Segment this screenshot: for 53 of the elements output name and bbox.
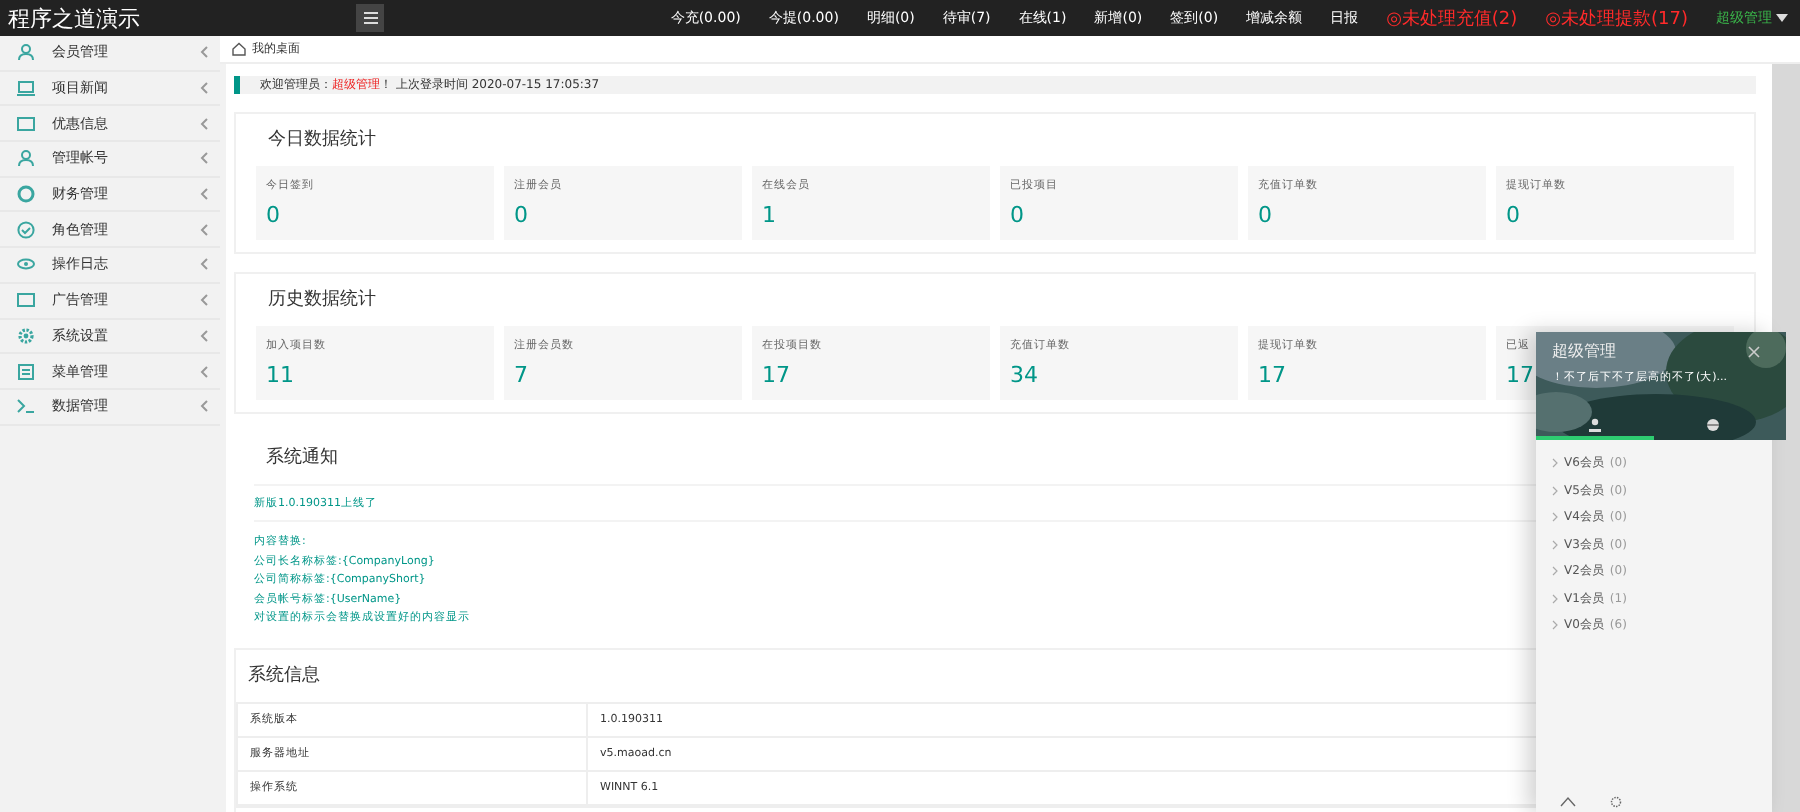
panel-title: 超级管理 [1552,340,1616,362]
chevron-icon [1552,485,1558,495]
scrollbar[interactable] [1772,64,1800,812]
user-icon [16,148,36,169]
stat-value: 0 [1010,202,1024,228]
chevron-icon [200,152,208,165]
check-icon [16,219,36,240]
alert-link[interactable]: ◎未处理充值(2) [1386,5,1518,31]
stat-value: 11 [266,362,294,388]
stat-value: 7 [514,362,528,388]
user-icon [16,42,36,63]
chevron-icon [200,365,208,378]
globe-icon [1706,417,1720,431]
stat-value: 17 [1258,362,1286,388]
chevron-icon [200,46,208,59]
eye-icon [16,254,36,275]
stat-value: 0 [514,202,528,228]
stat-value: 0 [1258,202,1272,228]
list-icon [16,361,36,382]
settings-icon[interactable] [1608,796,1624,808]
chevron-icon [200,223,208,236]
chevron-icon [200,188,208,201]
chevron-icon [200,258,208,271]
stat-value: 0 [1506,202,1520,228]
card-icon [16,290,36,311]
stat-value: 1 [762,202,776,228]
coin-icon [16,184,36,205]
user-icon [1588,417,1602,431]
chevron-icon [200,82,208,95]
stat-value: 34 [1010,362,1038,388]
caret-icon [1776,14,1788,22]
menu-button[interactable] [356,4,384,32]
stat-value: 17 [1506,362,1534,388]
chevron-icon [200,329,208,342]
close-icon[interactable] [1748,345,1760,357]
chevron-icon [200,117,208,130]
settings-icon [16,325,36,346]
chevron-icon [200,400,208,413]
stat-value: 17 [762,362,790,388]
menu-icon [363,12,377,24]
chevron-icon [1552,593,1558,603]
chevron-icon [200,294,208,307]
chevron-icon [1552,566,1558,576]
terminal-icon [16,396,36,417]
alert-link[interactable]: ◎未处理提款(17) [1545,5,1688,31]
chevron-icon [1552,539,1558,549]
laptop-icon [16,78,36,99]
chevron-icon [1552,512,1558,522]
chevron-icon [1552,458,1558,468]
app-title: 程序之道演示 [8,3,142,33]
card-icon [16,113,36,134]
chevron-icon [1552,620,1558,630]
stat-value: 0 [266,202,280,228]
